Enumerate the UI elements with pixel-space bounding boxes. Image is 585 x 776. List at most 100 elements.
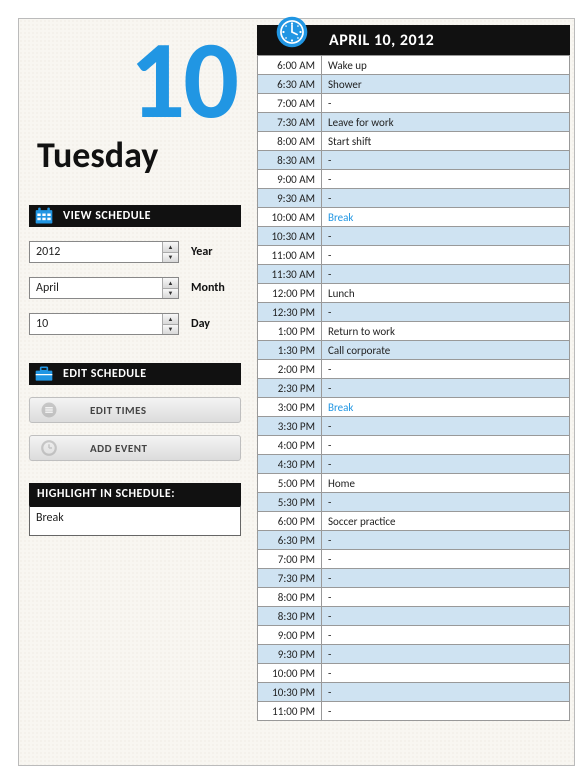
time-cell: 8:00 PM: [258, 588, 322, 607]
schedule-row[interactable]: 9:30 AM-: [258, 189, 570, 208]
event-cell[interactable]: Shower: [322, 75, 570, 94]
day-spinner[interactable]: 10 ▲ ▼: [29, 313, 179, 335]
event-cell[interactable]: Start shift: [322, 132, 570, 151]
day-down-arrow[interactable]: ▼: [163, 325, 178, 335]
event-cell[interactable]: -: [322, 303, 570, 322]
schedule-row[interactable]: 8:00 PM-: [258, 588, 570, 607]
schedule-row[interactable]: 10:30 AM-: [258, 227, 570, 246]
schedule-row[interactable]: 7:00 AM-: [258, 94, 570, 113]
schedule-row[interactable]: 8:30 PM-: [258, 607, 570, 626]
event-cell[interactable]: -: [322, 607, 570, 626]
schedule-row[interactable]: 6:00 PMSoccer practice: [258, 512, 570, 531]
schedule-row[interactable]: 6:00 AMWake up: [258, 56, 570, 75]
schedule-row[interactable]: 1:00 PMReturn to work: [258, 322, 570, 341]
schedule-row[interactable]: 2:00 PM-: [258, 360, 570, 379]
calendar-icon: [33, 206, 55, 226]
event-cell[interactable]: Break: [322, 208, 570, 227]
year-spinner[interactable]: 2012 ▲ ▼: [29, 241, 179, 263]
year-up-arrow[interactable]: ▲: [163, 242, 178, 253]
time-cell: 9:30 AM: [258, 189, 322, 208]
event-cell[interactable]: -: [322, 151, 570, 170]
event-cell[interactable]: Break: [322, 398, 570, 417]
time-cell: 11:00 AM: [258, 246, 322, 265]
schedule-row[interactable]: 4:30 PM-: [258, 455, 570, 474]
schedule-row[interactable]: 10:00 AMBreak: [258, 208, 570, 227]
schedule-row[interactable]: 10:00 PM-: [258, 664, 570, 683]
schedule-row[interactable]: 9:30 PM-: [258, 645, 570, 664]
edit-schedule-header: EDIT SCHEDULE: [29, 363, 241, 385]
schedule-row[interactable]: 8:30 AM-: [258, 151, 570, 170]
view-schedule-label: VIEW SCHEDULE: [63, 209, 151, 223]
briefcase-icon: [33, 364, 55, 384]
schedule-row[interactable]: 2:30 PM-: [258, 379, 570, 398]
event-cell[interactable]: -: [322, 417, 570, 436]
schedule-row[interactable]: 9:00 PM-: [258, 626, 570, 645]
schedule-row[interactable]: 5:30 PM-: [258, 493, 570, 512]
month-down-arrow[interactable]: ▼: [163, 289, 178, 299]
schedule-row[interactable]: 7:30 AMLeave for work: [258, 113, 570, 132]
time-cell: 4:30 PM: [258, 455, 322, 474]
month-value: April: [30, 278, 162, 298]
event-cell[interactable]: -: [322, 94, 570, 113]
day-name: Tuesday: [29, 133, 247, 177]
event-cell[interactable]: -: [322, 189, 570, 208]
event-cell[interactable]: -: [322, 531, 570, 550]
schedule-row[interactable]: 11:00 AM-: [258, 246, 570, 265]
time-cell: 3:00 PM: [258, 398, 322, 417]
schedule-row[interactable]: 11:00 PM-: [258, 702, 570, 721]
event-cell[interactable]: -: [322, 493, 570, 512]
event-cell[interactable]: -: [322, 246, 570, 265]
event-cell[interactable]: -: [322, 702, 570, 721]
event-cell[interactable]: -: [322, 170, 570, 189]
schedule-row[interactable]: 12:00 PMLunch: [258, 284, 570, 303]
schedule-row[interactable]: 7:00 PM-: [258, 550, 570, 569]
schedule-row[interactable]: 12:30 PM-: [258, 303, 570, 322]
event-cell[interactable]: -: [322, 645, 570, 664]
event-cell[interactable]: Call corporate: [322, 341, 570, 360]
time-cell: 8:30 PM: [258, 607, 322, 626]
schedule-row[interactable]: 8:00 AMStart shift: [258, 132, 570, 151]
schedule-row[interactable]: 11:30 AM-: [258, 265, 570, 284]
event-cell[interactable]: -: [322, 227, 570, 246]
time-cell: 7:30 AM: [258, 113, 322, 132]
schedule-row[interactable]: 6:30 AMShower: [258, 75, 570, 94]
schedule-row[interactable]: 1:30 PMCall corporate: [258, 341, 570, 360]
event-cell[interactable]: -: [322, 683, 570, 702]
event-cell[interactable]: -: [322, 664, 570, 683]
event-cell[interactable]: -: [322, 626, 570, 645]
event-cell[interactable]: -: [322, 436, 570, 455]
event-cell[interactable]: -: [322, 265, 570, 284]
event-cell[interactable]: -: [322, 569, 570, 588]
event-cell[interactable]: Return to work: [322, 322, 570, 341]
event-cell[interactable]: -: [322, 379, 570, 398]
year-label: Year: [191, 245, 213, 259]
highlight-value[interactable]: Break: [29, 505, 241, 536]
month-up-arrow[interactable]: ▲: [163, 278, 178, 289]
time-cell: 3:30 PM: [258, 417, 322, 436]
month-spinner[interactable]: April ▲ ▼: [29, 277, 179, 299]
year-down-arrow[interactable]: ▼: [163, 253, 178, 263]
schedule-row[interactable]: 9:00 AM-: [258, 170, 570, 189]
add-event-button[interactable]: ADD EVENT: [29, 435, 241, 461]
schedule-row[interactable]: 4:00 PM-: [258, 436, 570, 455]
event-cell[interactable]: -: [322, 550, 570, 569]
event-cell[interactable]: Soccer practice: [322, 512, 570, 531]
schedule-row[interactable]: 10:30 PM-: [258, 683, 570, 702]
event-cell[interactable]: -: [322, 588, 570, 607]
schedule-row[interactable]: 7:30 PM-: [258, 569, 570, 588]
event-cell[interactable]: Leave for work: [322, 113, 570, 132]
schedule-row[interactable]: 5:00 PMHome: [258, 474, 570, 493]
event-cell[interactable]: Wake up: [322, 56, 570, 75]
schedule-row[interactable]: 3:30 PM-: [258, 417, 570, 436]
event-cell[interactable]: -: [322, 360, 570, 379]
schedule-row[interactable]: 3:00 PMBreak: [258, 398, 570, 417]
time-cell: 10:30 AM: [258, 227, 322, 246]
event-cell[interactable]: Lunch: [322, 284, 570, 303]
time-cell: 8:00 AM: [258, 132, 322, 151]
day-up-arrow[interactable]: ▲: [163, 314, 178, 325]
edit-times-button[interactable]: EDIT TIMES: [29, 397, 241, 423]
event-cell[interactable]: Home: [322, 474, 570, 493]
time-cell: 7:00 AM: [258, 94, 322, 113]
event-cell[interactable]: -: [322, 455, 570, 474]
schedule-row[interactable]: 6:30 PM-: [258, 531, 570, 550]
